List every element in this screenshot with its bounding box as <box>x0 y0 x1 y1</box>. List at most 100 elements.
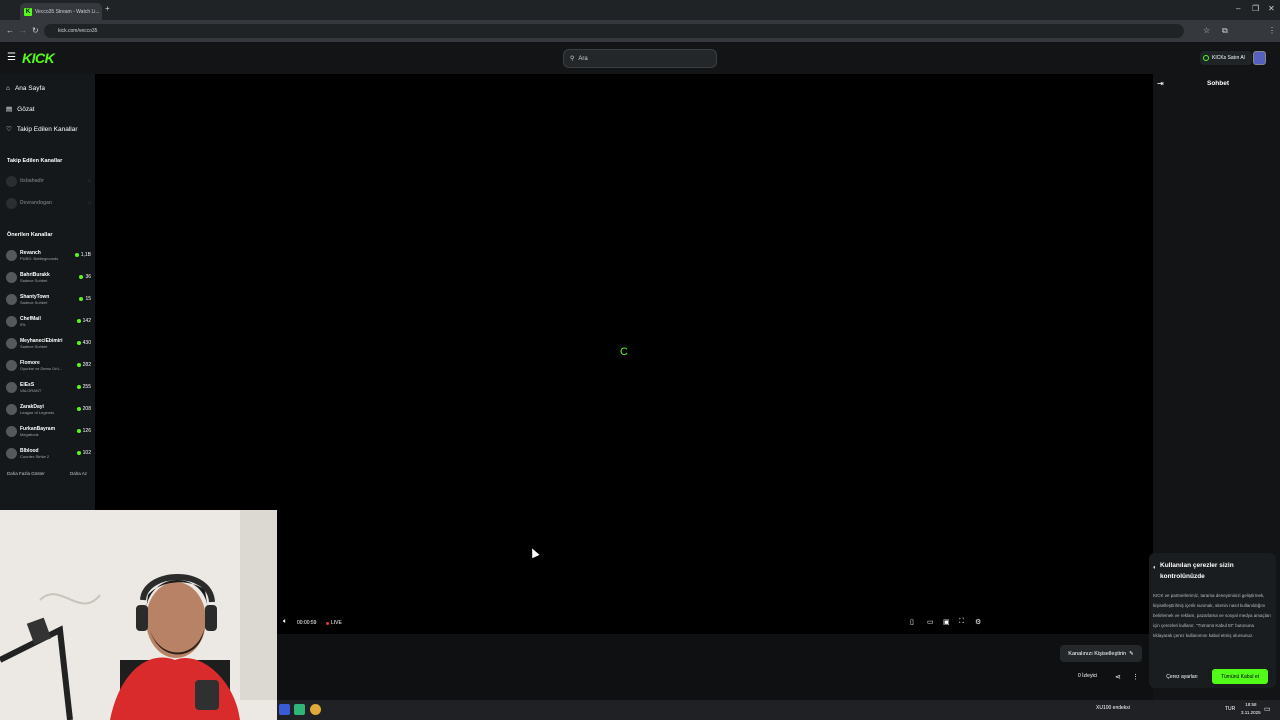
theater-mode-icon[interactable]: ▭ <box>927 618 934 626</box>
reload-icon[interactable]: ↻ <box>32 26 39 35</box>
channel-name: Devrandogan <box>20 200 52 206</box>
show-more-link[interactable]: Daha Fazla Göster <box>7 471 45 476</box>
followed-channel[interactable]: Devrandogan ◌ <box>6 193 91 213</box>
browser-menu-icon[interactable]: ⋮ <box>1268 26 1276 35</box>
recommended-channel[interactable]: Flomore Oyunlar ve Demo Ürü... 282 <box>6 355 91 375</box>
search-placeholder: Ara <box>578 55 588 62</box>
recommended-channel[interactable]: ChefMail IRL 142 <box>6 311 91 331</box>
avatar <box>6 293 17 305</box>
viewer-count-value: 15 <box>85 296 91 302</box>
maximize-icon[interactable]: ❐ <box>1252 4 1259 13</box>
avatar <box>6 271 17 283</box>
channel-category: IRL <box>20 321 27 327</box>
webcam-image <box>0 510 277 720</box>
taskbar-app-icon[interactable] <box>294 704 305 715</box>
avatar <box>6 337 17 349</box>
new-tab-icon[interactable]: + <box>105 4 110 13</box>
stream-time: 00:00:59 <box>297 620 317 626</box>
back-icon[interactable]: ← <box>6 26 14 35</box>
collapse-chat-icon[interactable]: ⇥ <box>1157 79 1164 88</box>
avatar <box>6 315 17 327</box>
recommended-channel[interactable]: BahriBurakk Sadece Sohbet 36 <box>6 267 91 287</box>
sidebar-item-following[interactable]: ♡ Takip Edilen Kanallar <box>6 125 78 134</box>
recommended-channel[interactable]: ZarakDayi League of Legends 208 <box>6 399 91 419</box>
channel-category: Sadece Sohbet <box>20 299 48 305</box>
sidebar-item-home[interactable]: ⌂ Ana Sayfa <box>6 85 45 92</box>
recommended-channel[interactable]: FurkanBayram Megabonk 126 <box>6 421 91 441</box>
accept-all-cookies-button[interactable]: Tümünü Kabul et <box>1212 669 1268 684</box>
followed-channel[interactable]: itsbahadir ◌ <box>6 171 91 191</box>
taskbar-clock[interactable]: 18:58 3.11.2025 <box>1241 701 1261 717</box>
menu-toggle-icon[interactable]: ☰ <box>7 52 16 63</box>
viewer-count-value: 126 <box>82 428 91 434</box>
channel-category: League of Legends <box>20 409 55 415</box>
settings-gear-icon[interactable]: ⚙ <box>975 618 981 626</box>
viewer-count: 102 <box>76 450 91 456</box>
chrome-icon[interactable] <box>310 704 321 715</box>
user-avatar[interactable] <box>1253 51 1266 65</box>
more-options-icon[interactable]: ⋮ <box>1132 673 1139 681</box>
search-input[interactable]: ⚲ Ara <box>563 49 717 68</box>
customize-channel-button[interactable]: Kanalınızı Kişiselleştirin ✎ <box>1060 645 1142 662</box>
share-icon[interactable]: ⋖ <box>1115 673 1121 681</box>
sidebar-item-label: Takip Edilen Kanallar <box>16 125 78 133</box>
taskbar-app-icon[interactable] <box>279 704 290 715</box>
channel-name: itsbahadir <box>20 178 44 184</box>
live-dot-icon <box>76 407 81 411</box>
offline-icon: ◌ <box>88 178 91 184</box>
clock-time: 18:58 <box>1245 702 1257 707</box>
viewer-count: 15 <box>79 296 91 302</box>
viewer-count: 142 <box>76 318 91 324</box>
close-window-icon[interactable]: ✕ <box>1268 4 1275 13</box>
keyboard-language[interactable]: TUR <box>1225 706 1235 712</box>
viewer-count-value: 282 <box>82 362 91 368</box>
viewer-count: 0 İzleyici <box>1078 673 1098 679</box>
channel-category: VALORANT <box>20 387 42 393</box>
avatar <box>6 381 17 393</box>
recommended-channel[interactable]: Blblood Counter-Strike 2 102 <box>6 443 91 463</box>
forward-icon[interactable]: → <box>19 26 27 35</box>
channel-category: Megabonk <box>20 431 39 437</box>
viewer-count: 208 <box>76 406 91 412</box>
edit-icon: ✎ <box>1129 650 1134 657</box>
clock-date: 3.11.2025 <box>1241 710 1261 715</box>
bookmark-star-icon[interactable]: ☆ <box>1203 26 1210 35</box>
sidebar-item-browse[interactable]: ▤ Gözat <box>6 105 35 114</box>
viewer-count: 255 <box>76 384 91 390</box>
fullscreen-icon[interactable]: ⛶ <box>959 618 964 626</box>
recommended-channel[interactable]: MeyhaneciEbimiri Sadece Sohbet 430 <box>6 333 91 353</box>
taskbar-widget[interactable]: XU100 endeksi <box>1096 705 1130 711</box>
recommended-channel[interactable]: Revanch PUBG: Battlegrounds 1,1B <box>6 245 91 265</box>
picture-in-picture-icon[interactable]: ▣ <box>943 618 950 626</box>
live-dot-icon <box>79 275 84 279</box>
show-less-link[interactable]: Daha Az <box>70 471 87 476</box>
avatar <box>6 175 17 187</box>
browse-icon: ▤ <box>6 106 13 113</box>
buy-kicks-button[interactable]: KICKs Satın Al <box>1200 51 1252 65</box>
recommended-channel[interactable]: ElEsS VALORANT 255 <box>6 377 91 397</box>
sidebar-item-label: Gözat <box>17 105 35 113</box>
channel-category: PUBG: Battlegrounds <box>20 255 59 261</box>
kick-favicon: K <box>24 7 32 16</box>
volume-icon[interactable]: 🔈︎ <box>283 618 287 626</box>
avatar <box>6 425 17 437</box>
channel-category: Sadece Sohbet <box>20 343 48 349</box>
tab-title: Vecco35 Stream - Watch Li... <box>35 8 100 15</box>
clip-icon[interactable]: ▯ <box>910 618 914 626</box>
recommended-channel[interactable]: ShantyTown Sadece Sohbet 15 <box>6 289 91 309</box>
heart-icon: ♡ <box>6 126 12 133</box>
minimize-icon[interactable]: – <box>1236 4 1240 13</box>
viewer-count-value: 430 <box>82 340 91 346</box>
buy-kicks-label: KICKs Satın Al <box>1212 55 1245 61</box>
url-field[interactable]: kick.com/vecco35 <box>44 24 1184 38</box>
kick-logo[interactable]: KICK <box>22 50 55 66</box>
live-dot-icon <box>76 319 81 323</box>
extensions-icon[interactable]: ⧉ <box>1222 26 1228 36</box>
cookie-icon: ◐ <box>1153 565 1157 571</box>
notification-icon[interactable]: ▭ <box>1264 705 1271 713</box>
live-dot-icon <box>76 429 81 433</box>
cookie-settings-button[interactable]: Çerez ayarları <box>1158 669 1206 684</box>
live-label: LIVE <box>331 620 342 626</box>
kicks-coin-icon <box>1203 55 1209 61</box>
browser-tab[interactable]: K Vecco35 Stream - Watch Li... ✕ <box>20 3 102 20</box>
